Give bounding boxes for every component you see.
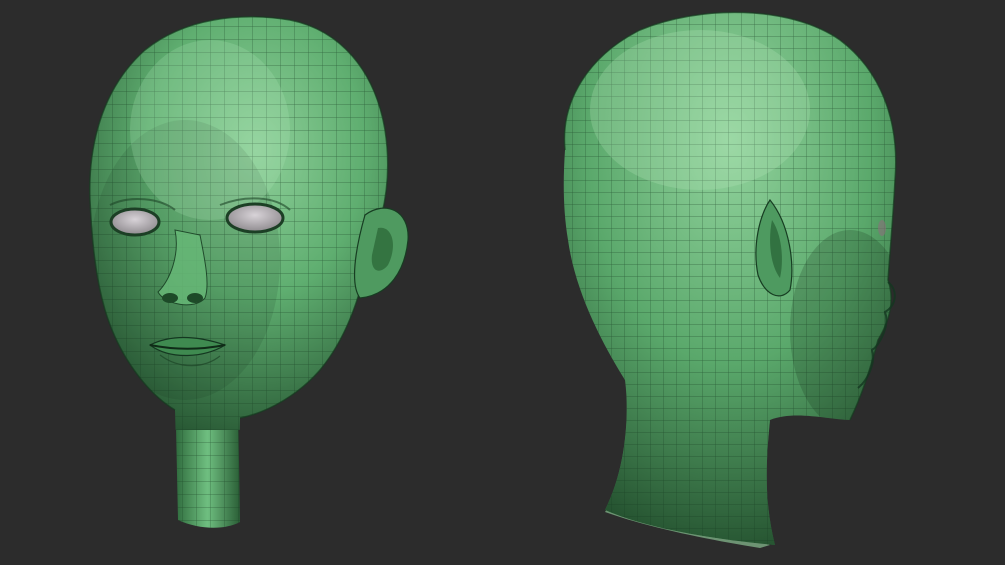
sculpt-viewport[interactable]: [0, 0, 1005, 565]
eye-right: [225, 202, 285, 234]
eye-left: [109, 207, 161, 237]
render-canvas: [80, 0, 910, 560]
head-front-model[interactable]: [80, 0, 409, 528]
head-back-model[interactable]: [550, 0, 910, 560]
